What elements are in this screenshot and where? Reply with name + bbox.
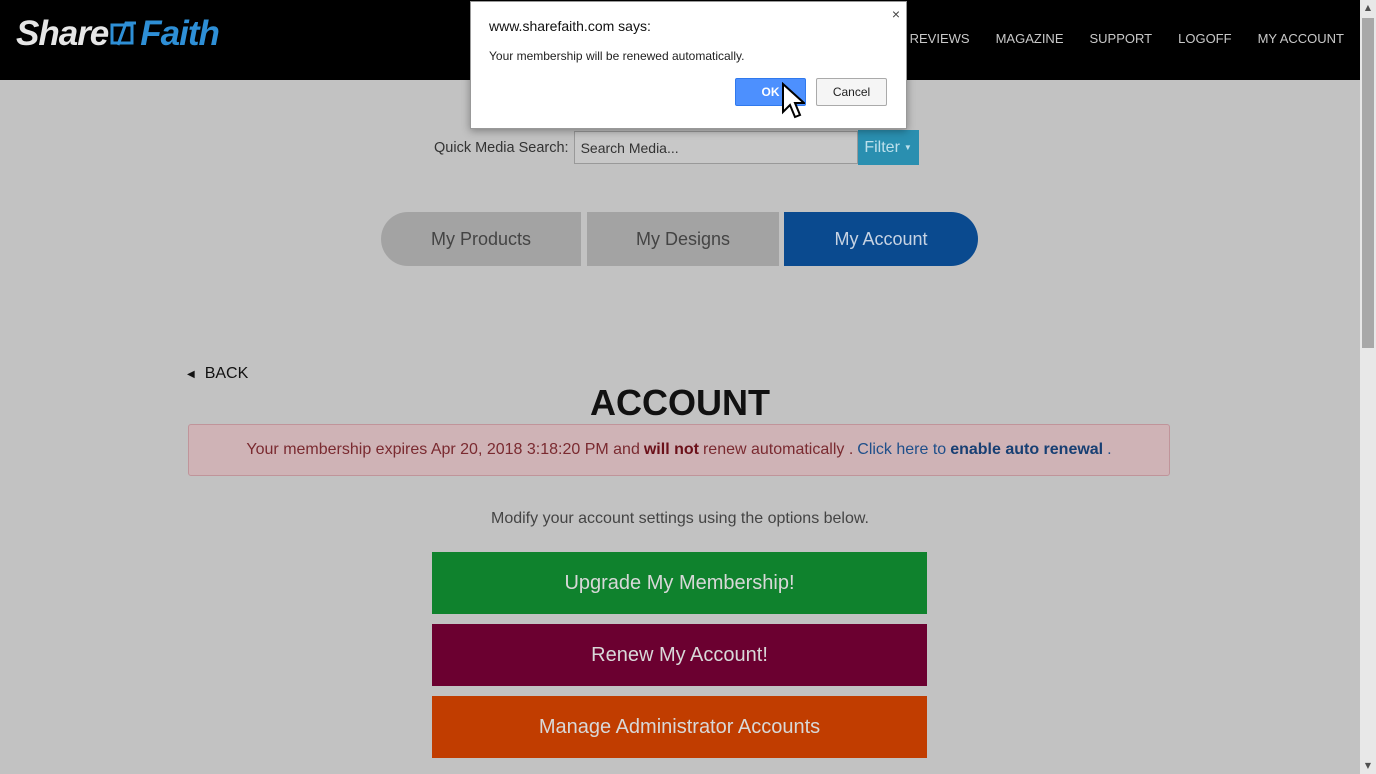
- link-text-end: .: [1107, 441, 1112, 458]
- tab-my-account[interactable]: My Account: [784, 212, 978, 266]
- dialog-message: Your membership will be renewed automati…: [489, 49, 745, 63]
- back-label: BACK: [204, 365, 249, 382]
- filter-dropdown-button[interactable]: Filter ▼: [857, 130, 919, 165]
- mouse-pointer-icon: [782, 82, 805, 119]
- back-link[interactable]: ◀ BACK: [187, 365, 248, 383]
- alert-text-end: renew automatically .: [702, 441, 854, 458]
- page-title: ACCOUNT: [590, 382, 770, 423]
- page-scrollbar[interactable]: ▲ ▼: [1360, 0, 1376, 774]
- top-navigation: REVIEWS MAGAZINE SUPPORT LOGOFF MY ACCOU…: [884, 31, 1344, 46]
- logo-text-share: Share: [16, 14, 109, 53]
- quick-media-search: Quick Media Search: Filter ▼: [434, 130, 919, 165]
- nav-support[interactable]: SUPPORT: [1090, 31, 1153, 46]
- link-text-bold: enable auto renewal: [950, 441, 1104, 458]
- alert-text-start: Your membership expires Apr 20, 2018 3:1…: [246, 441, 640, 458]
- search-input[interactable]: [573, 131, 858, 164]
- enable-auto-renewal-link[interactable]: Click here to enable auto renewal.: [857, 441, 1111, 459]
- settings-hint: Modify your account settings using the o…: [491, 510, 869, 527]
- manage-admin-accounts-button[interactable]: Manage Administrator Accounts: [432, 696, 927, 758]
- link-text-start: Click here to: [857, 441, 947, 458]
- tab-my-designs[interactable]: My Designs: [587, 212, 779, 266]
- upgrade-membership-button[interactable]: Upgrade My Membership!: [432, 552, 927, 614]
- membership-alert: Your membership expires Apr 20, 2018 3:1…: [188, 424, 1170, 476]
- caret-left-icon: ◀: [187, 368, 195, 380]
- nav-magazine[interactable]: MAGAZINE: [996, 31, 1064, 46]
- sharefaith-logo[interactable]: Share Faith: [16, 14, 220, 54]
- dialog-title: www.sharefaith.com says:: [489, 18, 651, 34]
- alert-dialog: www.sharefaith.com says: × Your membersh…: [470, 1, 907, 129]
- cancel-button[interactable]: Cancel: [816, 78, 887, 106]
- logo-text-faith: Faith: [140, 14, 220, 53]
- account-tabs: My Products My Designs My Account: [381, 212, 978, 266]
- tab-my-products[interactable]: My Products: [381, 212, 581, 266]
- nav-my-account[interactable]: MY ACCOUNT: [1258, 31, 1344, 46]
- caret-down-icon: ▼: [903, 143, 912, 152]
- search-label: Quick Media Search:: [434, 139, 569, 156]
- nav-logoff[interactable]: LOGOFF: [1178, 31, 1231, 46]
- renew-account-button[interactable]: Renew My Account!: [432, 624, 927, 686]
- scroll-down-arrow-icon[interactable]: ▼: [1360, 758, 1376, 774]
- filter-label: Filter: [864, 138, 900, 156]
- logo-flag-icon: [110, 21, 137, 46]
- nav-reviews[interactable]: REVIEWS: [910, 31, 970, 46]
- alert-emphasis: will not: [643, 441, 699, 458]
- scroll-up-arrow-icon[interactable]: ▲: [1360, 0, 1376, 16]
- scroll-thumb[interactable]: [1362, 18, 1374, 348]
- close-icon[interactable]: ×: [892, 6, 900, 22]
